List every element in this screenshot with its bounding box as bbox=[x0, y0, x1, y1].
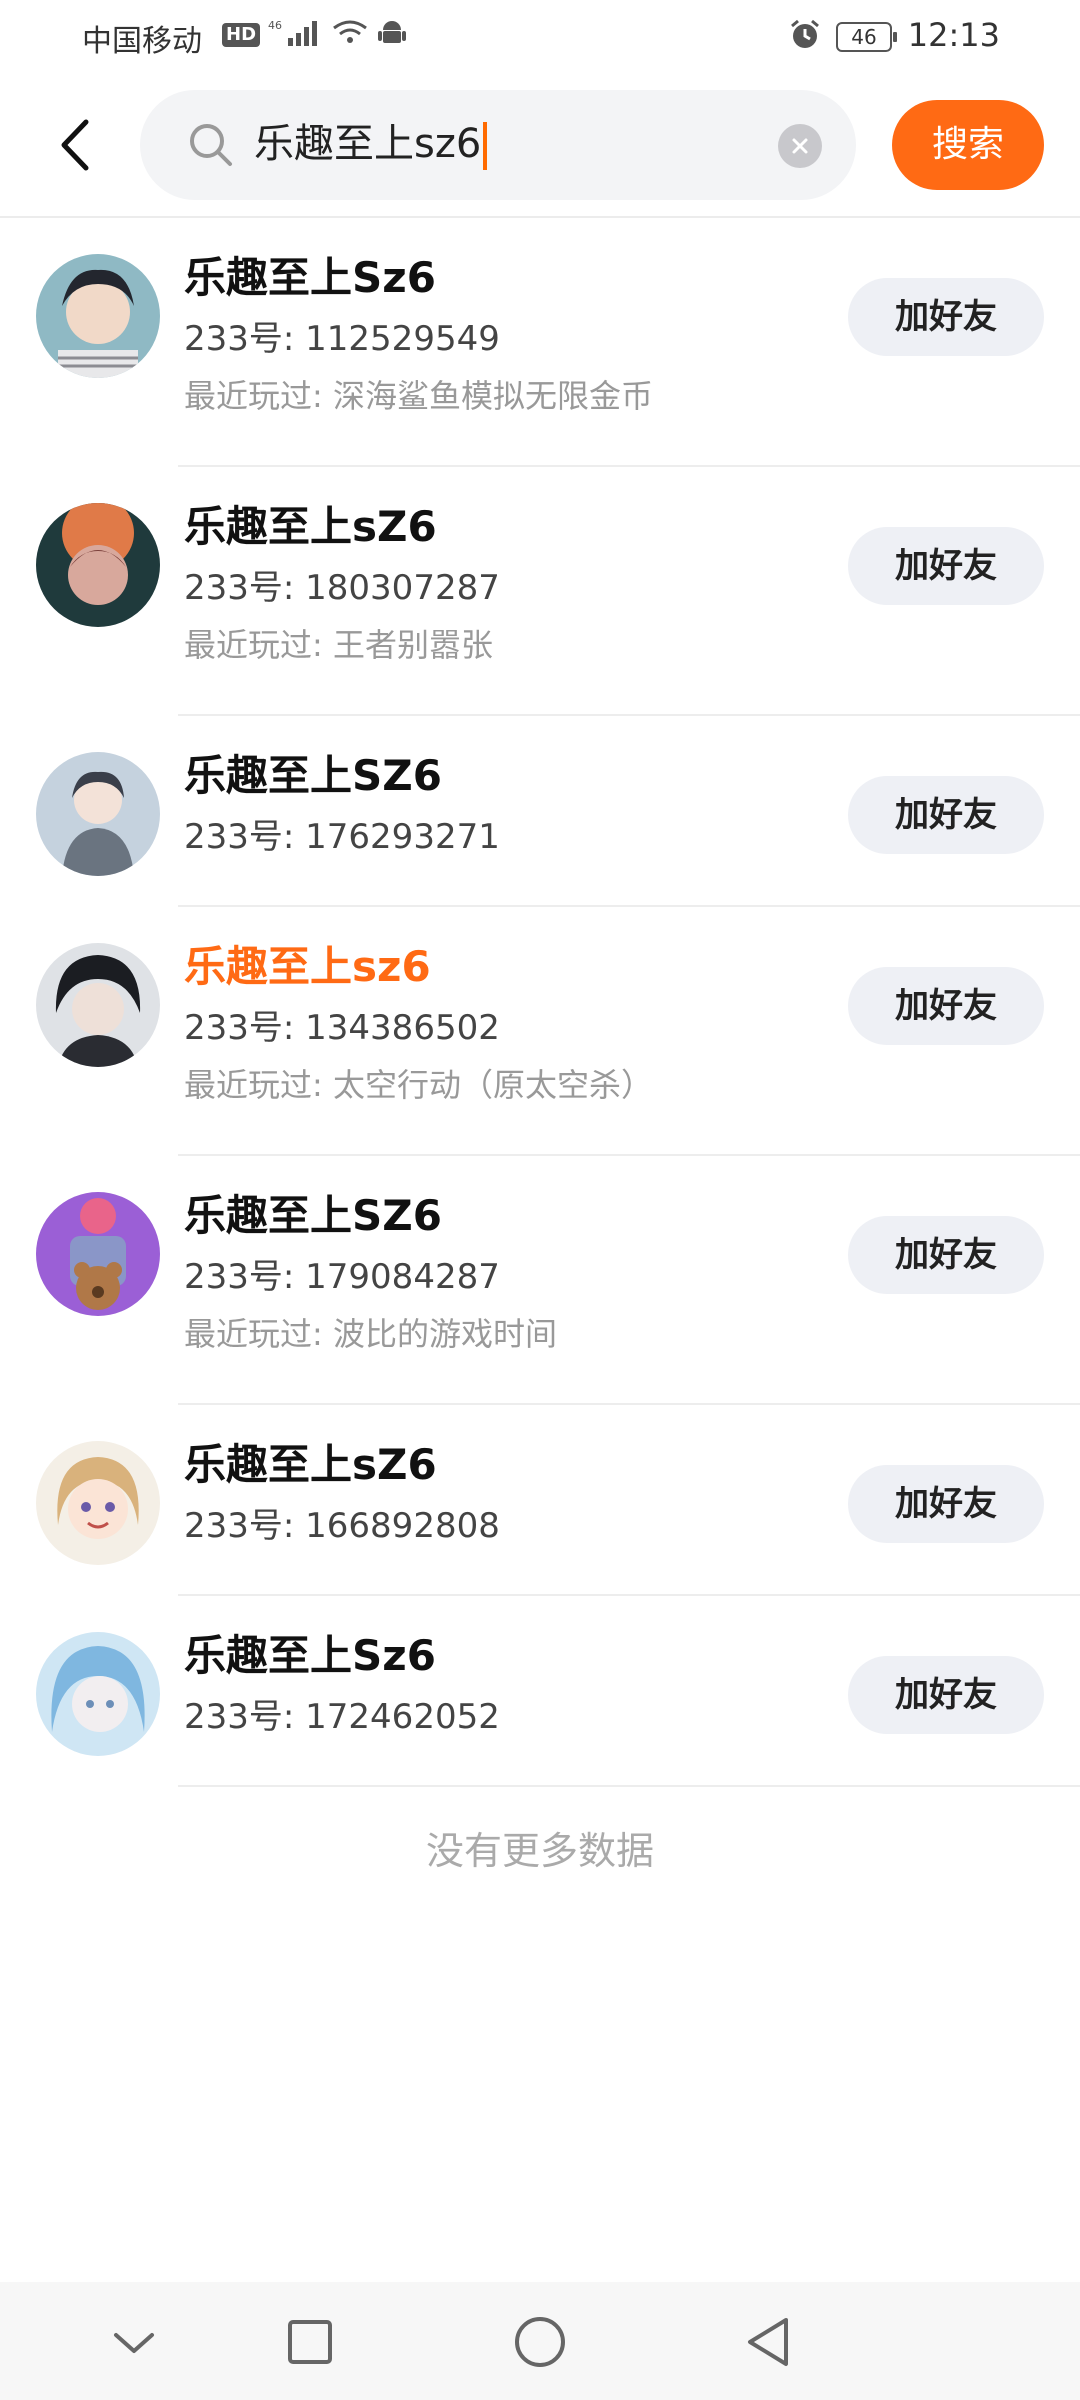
avatar[interactable] bbox=[36, 1192, 160, 1316]
list-item[interactable]: 乐趣至上sZ6 233号: 166892808 加好友 bbox=[0, 1405, 1080, 1596]
user-name: 乐趣至上sZ6 bbox=[184, 502, 437, 551]
nav-collapse-button[interactable] bbox=[104, 2312, 164, 2372]
back-triangle-icon bbox=[748, 2318, 788, 2366]
recent-played: 最近玩过: 王者别嚣张 bbox=[184, 626, 493, 664]
user-id: 233号: 134386502 bbox=[184, 1008, 500, 1048]
avatar[interactable] bbox=[36, 1441, 160, 1565]
user-id: 233号: 112529549 bbox=[184, 319, 500, 359]
user-name: 乐趣至上SZ6 bbox=[184, 751, 442, 800]
status-bar: 中国移动 HD 46 46 12:13 bbox=[0, 0, 1080, 72]
back-arrow-icon bbox=[61, 119, 89, 171]
close-icon bbox=[792, 138, 808, 154]
user-id: 233号: 180307287 bbox=[184, 568, 500, 608]
avatar[interactable] bbox=[36, 254, 160, 378]
user-name: 乐趣至上sZ6 bbox=[184, 1440, 437, 1489]
search-icon bbox=[186, 120, 236, 174]
nav-home-button[interactable] bbox=[510, 2312, 570, 2372]
user-id: 233号: 166892808 bbox=[184, 1506, 500, 1546]
status-icons-left: HD 46 bbox=[222, 18, 407, 52]
chevron-down-icon bbox=[114, 2333, 154, 2353]
status-icons-right: 46 bbox=[788, 18, 897, 56]
search-query[interactable]: 乐趣至上sz6 bbox=[254, 114, 488, 174]
list-item[interactable]: 乐趣至上sZ6 233号: 180307287 最近玩过: 王者别嚣张 加好友 bbox=[0, 467, 1080, 716]
hd-badge: HD bbox=[222, 23, 261, 47]
recent-played: 最近玩过: 波比的游戏时间 bbox=[184, 1315, 557, 1353]
add-friend-button[interactable]: 加好友 bbox=[848, 1465, 1044, 1543]
user-name: 乐趣至上Sz6 bbox=[184, 253, 436, 302]
recent-played: 最近玩过: 深海鲨鱼模拟无限金币 bbox=[184, 377, 653, 415]
list-item[interactable]: 乐趣至上SZ6 233号: 176293271 加好友 bbox=[0, 716, 1080, 907]
search-query-text: 乐趣至上sz6 bbox=[254, 121, 482, 167]
user-name: 乐趣至上sz6 bbox=[184, 942, 431, 991]
add-friend-button[interactable]: 加好友 bbox=[848, 776, 1044, 854]
circle-icon bbox=[515, 2317, 565, 2367]
user-id: 233号: 176293271 bbox=[184, 817, 500, 857]
wifi-icon bbox=[330, 18, 370, 52]
battery-icon: 46 bbox=[836, 22, 897, 52]
clear-button[interactable] bbox=[778, 124, 822, 168]
text-caret bbox=[483, 122, 488, 170]
user-name: 乐趣至上Sz6 bbox=[184, 1631, 436, 1680]
search-input[interactable]: 乐趣至上sz6 bbox=[140, 90, 856, 200]
user-id: 233号: 179084287 bbox=[184, 1257, 500, 1297]
user-id: 233号: 172462052 bbox=[184, 1697, 500, 1737]
no-more-data-label: 没有更多数据 bbox=[425, 1829, 654, 1873]
nav-back-button[interactable] bbox=[738, 2312, 798, 2372]
list-item[interactable]: 乐趣至上Sz6 233号: 112529549 最近玩过: 深海鲨鱼模拟无限金币… bbox=[0, 218, 1080, 467]
list-item[interactable]: 乐趣至上Sz6 233号: 172462052 加好友 bbox=[0, 1596, 1080, 1787]
square-icon bbox=[288, 2320, 332, 2364]
carrier-label: 中国移动 bbox=[82, 24, 202, 59]
results-list: 乐趣至上Sz6 233号: 112529549 最近玩过: 深海鲨鱼模拟无限金币… bbox=[0, 218, 1080, 1787]
recent-played: 最近玩过: 太空行动（原太空杀） bbox=[184, 1066, 653, 1104]
add-friend-button[interactable]: 加好友 bbox=[848, 278, 1044, 356]
add-friend-button[interactable]: 加好友 bbox=[848, 967, 1044, 1045]
add-friend-button[interactable]: 加好友 bbox=[848, 527, 1044, 605]
nav-recents-button[interactable] bbox=[280, 2312, 340, 2372]
avatar[interactable] bbox=[36, 752, 160, 876]
add-friend-button[interactable]: 加好友 bbox=[848, 1656, 1044, 1734]
search-button[interactable]: 搜索 bbox=[892, 100, 1044, 190]
network-label: 46 bbox=[268, 19, 282, 32]
avatar[interactable] bbox=[36, 1632, 160, 1756]
search-header: 乐趣至上sz6 搜索 bbox=[0, 72, 1080, 218]
search-results-page: 中国移动 HD 46 46 12:13 乐趣至上sz6 搜索 乐趣至上Sz6 2… bbox=[0, 0, 1080, 2400]
signal-icon: 46 bbox=[268, 18, 322, 52]
android-icon bbox=[378, 18, 407, 52]
alarm-icon bbox=[788, 18, 822, 56]
back-button[interactable] bbox=[44, 110, 104, 180]
user-name: 乐趣至上SZ6 bbox=[184, 1191, 442, 1240]
clock: 12:13 bbox=[907, 16, 1000, 54]
avatar[interactable] bbox=[36, 503, 160, 627]
avatar[interactable] bbox=[36, 943, 160, 1067]
list-item[interactable]: 乐趣至上SZ6 233号: 179084287 最近玩过: 波比的游戏时间 加好… bbox=[0, 1156, 1080, 1405]
system-nav-bar bbox=[0, 2282, 1080, 2400]
list-item[interactable]: 乐趣至上sz6 233号: 134386502 最近玩过: 太空行动（原太空杀）… bbox=[0, 907, 1080, 1156]
add-friend-button[interactable]: 加好友 bbox=[848, 1216, 1044, 1294]
